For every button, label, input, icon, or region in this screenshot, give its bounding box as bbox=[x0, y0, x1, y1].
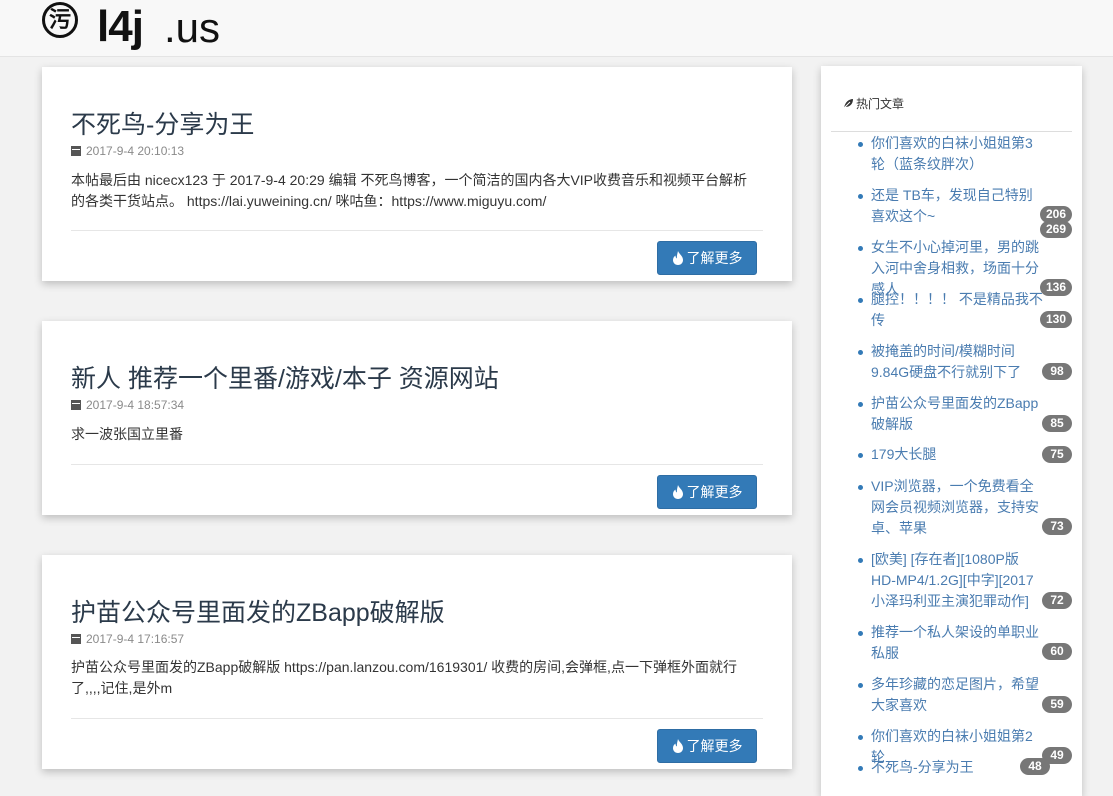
list-bullet bbox=[858, 350, 863, 355]
post-date: 2017-9-4 18:57:34 bbox=[86, 398, 185, 412]
list-bullet bbox=[858, 142, 863, 147]
post-meta: 2017-9-4 20:10:13 bbox=[71, 144, 184, 158]
post-date: 2017-9-4 20:10:13 bbox=[86, 144, 185, 158]
post-excerpt: 护苗公众号里面发的ZBapp破解版 https://pan.lanzou.com… bbox=[71, 659, 737, 696]
hot-article-link[interactable]: 被掩盖的时间/模糊时间 9.84G硬盘不行就别下了 bbox=[871, 341, 1043, 383]
read-more-label: 了解更多 bbox=[686, 484, 743, 500]
leaf-icon bbox=[843, 99, 853, 109]
list-bullet bbox=[858, 683, 863, 688]
read-more-label: 了解更多 bbox=[686, 738, 743, 754]
site-brand-name[interactable]: l4j bbox=[97, 2, 144, 52]
post-meta: 2017-9-4 18:57:34 bbox=[71, 398, 184, 412]
list-bullet bbox=[858, 453, 863, 458]
post-card: 不死鸟-分享为王 2017-9-4 20:10:13 本帖最后由 nicecx1… bbox=[42, 67, 792, 281]
read-more-button[interactable]: 了解更多 bbox=[657, 241, 757, 275]
post-meta: 2017-9-4 17:16:57 bbox=[71, 632, 184, 646]
hot-article-link[interactable]: [欧美] [存在者][1080P版HD-MP4/1.2G][中字][2017小泽… bbox=[871, 549, 1043, 612]
view-count-badge: 136 bbox=[1039, 279, 1072, 296]
site-header: 污 l4j .us bbox=[0, 0, 1113, 57]
flame-icon bbox=[672, 251, 683, 265]
view-count-badge: 206 bbox=[1039, 206, 1072, 223]
view-count-badge: 60 bbox=[1042, 643, 1072, 660]
view-count-badge: 130 bbox=[1039, 311, 1072, 328]
hot-article-link[interactable]: 多年珍藏的恋足图片，希望大家喜欢 bbox=[871, 674, 1043, 716]
sidebar-heading: 热门文章 bbox=[843, 95, 904, 112]
read-more-button[interactable]: 了解更多 bbox=[657, 475, 757, 509]
calendar-icon bbox=[71, 146, 81, 156]
hot-article-link[interactable]: 腿控！！！！ 不是精品我不传 bbox=[871, 289, 1043, 331]
post-title[interactable]: 护苗公众号里面发的ZBapp破解版 bbox=[71, 593, 445, 629]
list-bullet bbox=[858, 558, 863, 563]
hot-article-link[interactable]: 护苗公众号里面发的ZBapp破解版 bbox=[871, 393, 1043, 435]
list-bullet bbox=[858, 402, 863, 407]
hot-article-link[interactable]: 你们喜欢的白袜小姐姐第3轮（蓝条纹胖次） bbox=[871, 133, 1043, 175]
read-more-label: 了解更多 bbox=[686, 250, 743, 266]
list-bullet bbox=[858, 485, 863, 490]
post-date: 2017-9-4 17:16:57 bbox=[86, 632, 185, 646]
post-excerpt: 本帖最后由 nicecx123 于 2017-9-4 20:29 编辑 不死鸟博… bbox=[71, 172, 748, 209]
read-more-button[interactable]: 了解更多 bbox=[657, 729, 757, 763]
hot-article-link[interactable]: 推荐一个私人架设的单职业私服 bbox=[871, 622, 1043, 664]
list-bullet bbox=[858, 298, 863, 303]
hot-article-link[interactable]: VIP浏览器，一个免费看全网会员视频浏览器，支持安卓、苹果 bbox=[871, 476, 1043, 539]
view-count-badge: 85 bbox=[1042, 415, 1072, 432]
post-divider bbox=[71, 718, 763, 719]
sidebar-heading-label: 热门文章 bbox=[856, 97, 905, 111]
site-brand-domain[interactable]: .us bbox=[164, 4, 220, 52]
list-bullet bbox=[858, 631, 863, 636]
post-divider bbox=[71, 230, 763, 231]
calendar-icon bbox=[71, 634, 81, 644]
list-bullet bbox=[858, 246, 863, 251]
sidebar-divider bbox=[831, 131, 1072, 132]
view-count-badge: 72 bbox=[1042, 592, 1072, 609]
hot-article-link[interactable]: 不死鸟-分享为王 bbox=[871, 757, 1043, 778]
post-card: 护苗公众号里面发的ZBapp破解版 2017-9-4 17:16:57 护苗公众… bbox=[42, 555, 792, 769]
flame-icon bbox=[672, 739, 683, 753]
site-logo-icon[interactable]: 污 bbox=[42, 2, 78, 38]
view-count-badge: 48 bbox=[1020, 758, 1050, 775]
hot-article-link[interactable]: 还是 TB车，发现自己特别喜欢这个~ bbox=[871, 185, 1043, 227]
calendar-icon bbox=[71, 400, 81, 410]
post-card: 新人 推荐一个里番/游戏/本子 资源网站 2017-9-4 18:57:34 求… bbox=[42, 321, 792, 515]
post-title[interactable]: 不死鸟-分享为王 bbox=[71, 105, 254, 141]
list-bullet bbox=[858, 766, 863, 771]
view-count-badge: 73 bbox=[1042, 518, 1072, 535]
flame-icon bbox=[672, 485, 683, 499]
hot-article-link[interactable]: 179大长腿 bbox=[871, 444, 1043, 465]
view-count-badge: 75 bbox=[1042, 446, 1072, 463]
view-count-badge: 59 bbox=[1042, 696, 1072, 713]
post-divider bbox=[71, 464, 763, 465]
list-bullet bbox=[858, 194, 863, 199]
post-title[interactable]: 新人 推荐一个里番/游戏/本子 资源网站 bbox=[71, 359, 499, 395]
view-count-badge: 269 bbox=[1039, 221, 1072, 238]
hot-articles-sidebar: 热门文章 你们喜欢的白袜小姐姐第3轮（蓝条纹胖次） 269 还是 TB车，发现自… bbox=[821, 66, 1082, 796]
view-count-badge: 98 bbox=[1042, 363, 1072, 380]
list-bullet bbox=[858, 735, 863, 740]
post-excerpt: 求一波张国立里番 bbox=[71, 426, 183, 442]
